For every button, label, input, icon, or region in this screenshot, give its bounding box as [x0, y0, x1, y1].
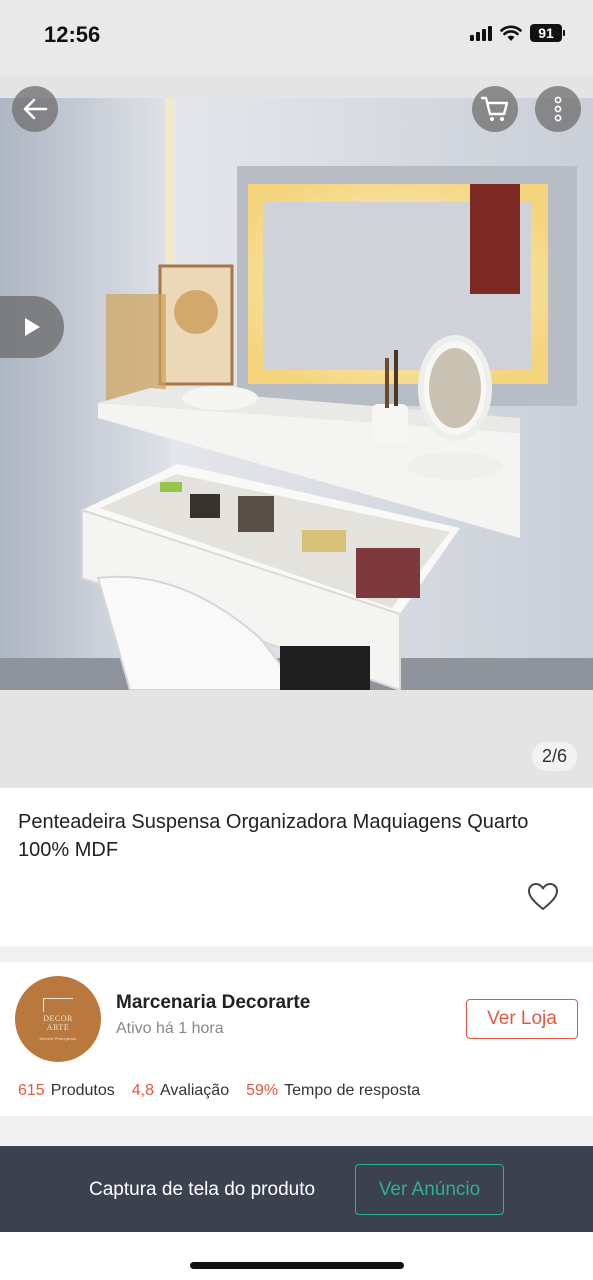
cart-icon — [480, 96, 509, 121]
favorite-button[interactable] — [527, 882, 559, 912]
home-area — [0, 1232, 593, 1280]
product-image-gallery[interactable]: 2/6 — [0, 76, 593, 788]
screenshot-banner: Captura de tela do produto Ver Anúncio — [0, 1146, 593, 1232]
seller-name[interactable]: Marcenaria Decorarte — [116, 992, 310, 1014]
status-bar: 12:56 91 — [0, 0, 593, 76]
back-button[interactable] — [12, 86, 58, 132]
view-store-button[interactable]: Ver Loja — [466, 999, 578, 1039]
stat-products: 615 Produtos — [18, 1082, 115, 1099]
heart-icon — [528, 883, 558, 910]
more-options-button[interactable] — [535, 86, 581, 132]
home-indicator[interactable] — [190, 1262, 404, 1269]
stat-rating: 4,8 Avaliação — [131, 1082, 230, 1099]
stat-response-time: 59% Tempo de resposta — [246, 1082, 421, 1099]
battery-level: 91 — [530, 24, 562, 42]
view-ad-button[interactable]: Ver Anúncio — [355, 1164, 504, 1215]
back-arrow-icon — [23, 98, 48, 120]
status-time: 12:56 — [44, 22, 101, 47]
logo-house-icon — [43, 997, 73, 1012]
signal-icon — [470, 25, 492, 41]
play-video-button[interactable] — [0, 296, 64, 358]
product-title: Penteadeira Suspensa Organizadora Maquia… — [18, 811, 529, 861]
product-photo[interactable] — [0, 98, 593, 690]
seller-logo[interactable]: DECOR ARTE Móveis Planejados — [15, 976, 101, 1062]
wifi-icon — [500, 25, 522, 41]
banner-text: Captura de tela do produto — [89, 1179, 316, 1200]
play-icon — [25, 318, 40, 336]
seller-stats: 615 Produtos 4,8 Avaliação 59% Tempo de res… — [18, 1082, 437, 1100]
battery-icon: 91 — [530, 24, 565, 42]
more-vertical-icon — [554, 96, 562, 122]
image-counter: 2/6 — [531, 742, 577, 771]
product-title-card: Penteadeira Suspensa Organizadora Maquia… — [0, 788, 593, 946]
seller-active-status: Ativo há 1 hora — [116, 1020, 224, 1037]
cart-button[interactable] — [472, 86, 518, 132]
status-icons: 91 — [470, 24, 565, 42]
seller-card: DECOR ARTE Móveis Planejados Marcenaria … — [0, 962, 593, 1116]
